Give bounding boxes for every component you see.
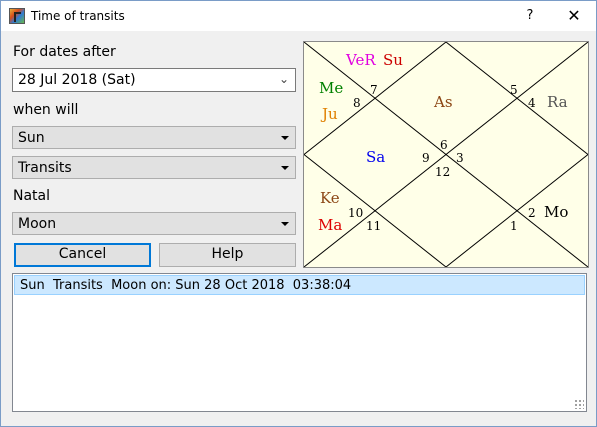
house-number: 4: [528, 96, 536, 110]
help-button[interactable]: Help: [159, 243, 296, 267]
chart-lines: 7 8 5 4 6 9 3 12 10 11 2 1 VeR Su Me Ju …: [304, 42, 588, 267]
house-number: 11: [366, 219, 381, 233]
window-title: Time of transits: [31, 9, 125, 23]
planet-moon: Mo: [544, 203, 568, 221]
planet-mercury: Me: [319, 79, 343, 97]
house-number: 8: [353, 96, 361, 110]
house-number: 2: [528, 206, 536, 220]
planet-rahu: Ra: [547, 93, 568, 111]
date-value: 28 Jul 2018 (Sat): [18, 72, 136, 88]
natal-label: Natal: [13, 188, 51, 204]
when-label: when will: [13, 102, 79, 118]
transit-dialog: Time of transits ? ✕ For dates after 28 …: [0, 0, 597, 427]
dropdown-arrow-icon: [281, 136, 289, 140]
house-number: 12: [435, 165, 450, 179]
planet-venus-retro: VeR: [345, 51, 376, 69]
title-bar: Time of transits ? ✕: [1, 1, 596, 31]
close-button[interactable]: ✕: [552, 1, 596, 31]
natal-dropdown[interactable]: Moon: [12, 212, 296, 235]
house-number: 10: [348, 206, 363, 220]
list-item[interactable]: Sun Transits Moon on: Sun 28 Oct 2018 03…: [14, 275, 585, 295]
event-dropdown[interactable]: Transits: [12, 156, 296, 179]
planet-ascendant: As: [433, 93, 453, 111]
natal-value: Moon: [18, 216, 57, 232]
results-list[interactable]: Sun Transits Moon on: Sun 28 Oct 2018 03…: [12, 273, 587, 412]
house-number: 3: [456, 151, 464, 165]
app-icon: [9, 8, 25, 24]
dropdown-arrow-icon: [281, 222, 289, 226]
house-number: 7: [370, 83, 378, 97]
birth-chart: 7 8 5 4 6 9 3 12 10 11 2 1 VeR Su Me Ju …: [303, 41, 589, 268]
house-number: 6: [440, 138, 448, 152]
planet-sun: Su: [383, 51, 403, 69]
resize-grip-icon[interactable]: [574, 399, 584, 409]
result-text: Sun Transits Moon on: Sun 28 Oct 2018 03…: [20, 278, 352, 293]
planet-saturn: Sa: [366, 148, 385, 166]
house-number: 9: [422, 151, 430, 165]
planet-dropdown[interactable]: Sun: [12, 126, 296, 149]
dates-label: For dates after: [13, 44, 116, 60]
planet-value: Sun: [18, 130, 45, 146]
chevron-down-icon[interactable]: ⌄: [279, 72, 289, 86]
planet-jupiter: Ju: [320, 105, 338, 123]
house-number: 1: [510, 219, 518, 233]
date-picker[interactable]: 28 Jul 2018 (Sat) ⌄: [12, 68, 296, 92]
dropdown-arrow-icon: [281, 166, 289, 170]
planet-ketu: Ke: [320, 189, 340, 207]
house-number: 5: [510, 83, 518, 97]
help-title-button[interactable]: ?: [508, 1, 552, 31]
planet-mars: Ma: [318, 216, 342, 234]
event-value: Transits: [18, 160, 72, 176]
cancel-button[interactable]: Cancel: [14, 243, 151, 267]
